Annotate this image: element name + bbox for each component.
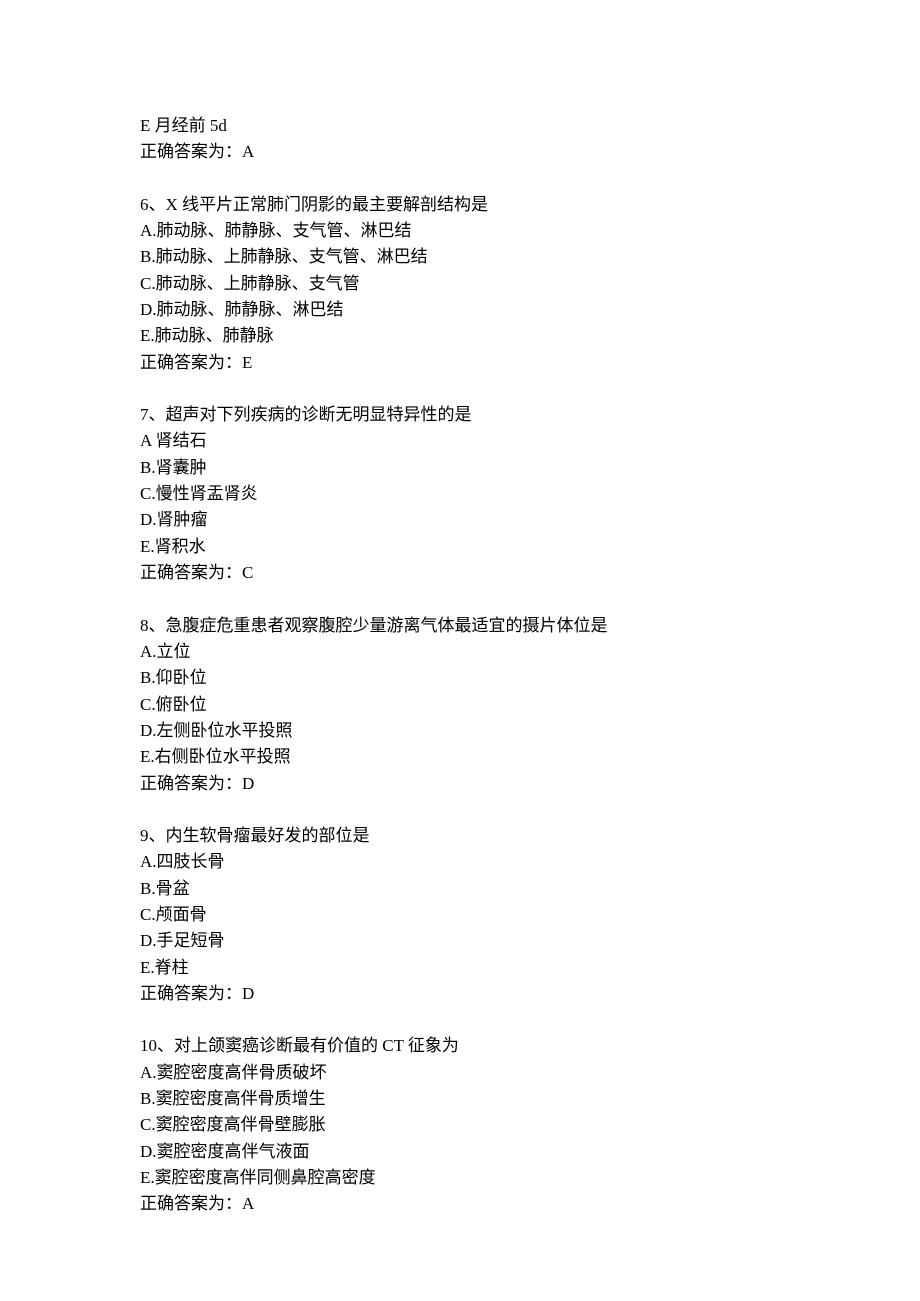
answer-line: 正确答案为：A [140,1191,790,1217]
option-line: B.肺动脉、上肺静脉、支气管、淋巴结 [140,244,790,270]
option-line: E.右侧卧位水平投照 [140,744,790,770]
question-number: 7、 [140,405,166,424]
question-number: 8、 [140,616,166,635]
answer-line: 正确答案为：E [140,350,790,376]
option-line: E.脊柱 [140,955,790,981]
question-10: 10、对上颌窦癌诊断最有价值的 CT 征象为 A.窦腔密度高伴骨质破坏 B.窦腔… [140,1033,790,1217]
option-line: E 月经前 5d [140,113,790,139]
option-line: C.慢性肾盂肾炎 [140,481,790,507]
option-line: B.骨盆 [140,876,790,902]
option-line: C.肺动脉、上肺静脉、支气管 [140,271,790,297]
answer-label: 正确答案为： [140,353,242,372]
option-line: A.肺动脉、肺静脉、支气管、淋巴结 [140,218,790,244]
answer-value: E [242,353,252,372]
answer-value: D [242,984,254,1003]
option-line: D.窦腔密度高伴气液面 [140,1139,790,1165]
question-number: 6、 [140,195,166,214]
answer-value: A [242,142,254,161]
option-line: C.窦腔密度高伴骨壁膨胀 [140,1112,790,1138]
option-line: B.仰卧位 [140,665,790,691]
answer-label: 正确答案为： [140,142,242,161]
answer-label: 正确答案为： [140,984,242,1003]
option-line: E.窦腔密度高伴同侧鼻腔高密度 [140,1165,790,1191]
option-line: E.肺动脉、肺静脉 [140,323,790,349]
option-line: A.立位 [140,639,790,665]
question-text: 对上颌窦癌诊断最有价值的 CT 征象为 [174,1036,459,1055]
option-line: B.肾囊肿 [140,455,790,481]
answer-line: 正确答案为：D [140,771,790,797]
question-6: 6、X 线平片正常肺门阴影的最主要解剖结构是 A.肺动脉、肺静脉、支气管、淋巴结… [140,192,790,376]
question-stem: 10、对上颌窦癌诊断最有价值的 CT 征象为 [140,1033,790,1059]
option-line: D.左侧卧位水平投照 [140,718,790,744]
option-line: C.颅面骨 [140,902,790,928]
answer-line: 正确答案为：A [140,139,790,165]
option-line: B.窦腔密度高伴骨质增生 [140,1086,790,1112]
answer-label: 正确答案为： [140,1194,242,1213]
answer-value: D [242,774,254,793]
option-line: D.肺动脉、肺静脉、淋巴结 [140,297,790,323]
question-stem: 9、内生软骨瘤最好发的部位是 [140,823,790,849]
question-number: 9、 [140,826,166,845]
question-9: 9、内生软骨瘤最好发的部位是 A.四肢长骨 B.骨盆 C.颅面骨 D.手足短骨 … [140,823,790,1007]
question-5-tail: E 月经前 5d 正确答案为：A [140,113,790,166]
answer-label: 正确答案为： [140,774,242,793]
option-line: A.窦腔密度高伴骨质破坏 [140,1060,790,1086]
question-text: 急腹症危重患者观察腹腔少量游离气体最适宜的摄片体位是 [166,616,608,635]
question-8: 8、急腹症危重患者观察腹腔少量游离气体最适宜的摄片体位是 A.立位 B.仰卧位 … [140,613,790,797]
answer-value: C [242,563,253,582]
question-text: 内生软骨瘤最好发的部位是 [166,826,370,845]
option-line: D.肾肿瘤 [140,507,790,533]
question-text: 超声对下列疾病的诊断无明显特异性的是 [166,405,472,424]
question-7: 7、超声对下列疾病的诊断无明显特异性的是 A 肾结石 B.肾囊肿 C.慢性肾盂肾… [140,402,790,586]
option-line: A.四肢长骨 [140,849,790,875]
answer-value: A [242,1194,254,1213]
answer-line: 正确答案为：C [140,560,790,586]
answer-line: 正确答案为：D [140,981,790,1007]
question-stem: 6、X 线平片正常肺门阴影的最主要解剖结构是 [140,192,790,218]
question-text: X 线平片正常肺门阴影的最主要解剖结构是 [166,195,489,214]
option-line: C.俯卧位 [140,692,790,718]
option-line: A 肾结石 [140,428,790,454]
question-number: 10、 [140,1036,174,1055]
question-stem: 7、超声对下列疾病的诊断无明显特异性的是 [140,402,790,428]
option-line: E.肾积水 [140,534,790,560]
option-line: D.手足短骨 [140,928,790,954]
answer-label: 正确答案为： [140,563,242,582]
question-stem: 8、急腹症危重患者观察腹腔少量游离气体最适宜的摄片体位是 [140,613,790,639]
